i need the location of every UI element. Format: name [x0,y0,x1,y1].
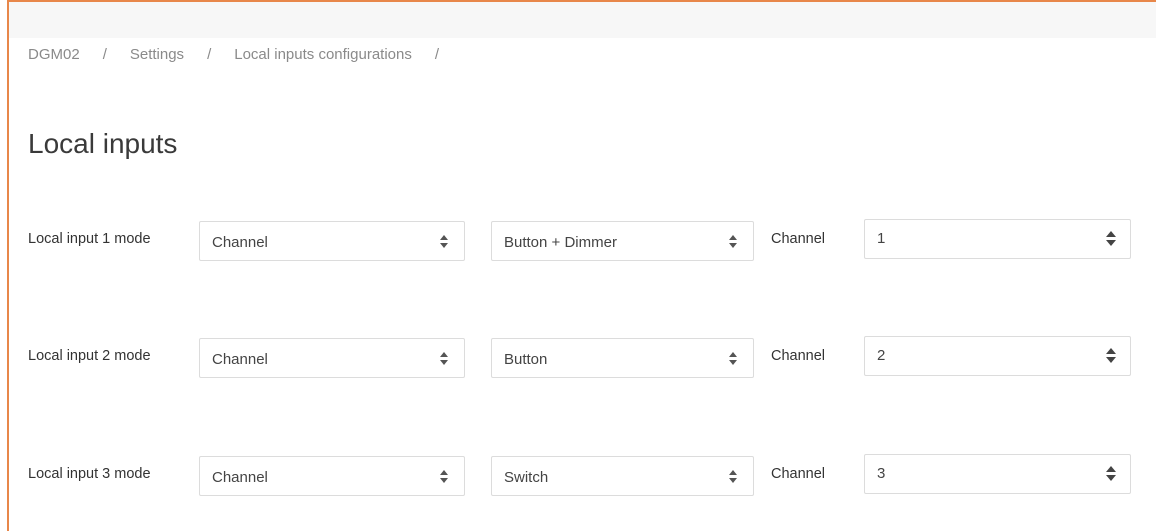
select-value: Switch [504,469,549,486]
breadcrumb-separator: / [102,46,107,63]
input-value: 1 [877,230,886,247]
sort-arrows-icon [440,352,448,365]
local-input-row-1: Local input 1 mode Channel Button + Dimm… [0,219,1156,261]
breadcrumb-item-settings[interactable]: Settings [130,46,184,63]
select-value: Button + Dimmer [504,234,617,251]
local-input-3-type-select[interactable]: Switch [491,456,754,496]
local-input-2-type-select[interactable]: Button [491,338,754,378]
local-input-2-mode-select[interactable]: Channel [199,338,465,378]
select-value: Button [504,351,548,368]
local-input-1-mode-label: Local input 1 mode [28,231,151,247]
sort-arrows-icon [440,235,448,248]
local-input-row-3: Local input 3 mode Channel Switch Channe… [0,454,1156,496]
sort-arrows-icon [729,470,737,483]
local-input-3-channel-input[interactable]: 3 [864,454,1131,494]
breadcrumb-separator: / [434,46,440,63]
local-input-1-channel-input[interactable]: 1 [864,219,1131,259]
channel-label: Channel [771,466,826,482]
local-input-3-mode-label: Local input 3 mode [28,466,151,482]
spinner-arrows-icon[interactable] [1106,348,1116,363]
spinner-arrows-icon[interactable] [1106,466,1116,481]
channel-label: Channel [771,231,826,247]
local-input-1-type-select[interactable]: Button + Dimmer [491,221,754,261]
app-frame: DGM02 / Settings / Local inputs configuratio… [0,0,1156,531]
select-value: Channel [212,351,268,368]
page-title: Local inputs [28,128,178,159]
spinner-arrows-icon[interactable] [1106,231,1116,246]
breadcrumb-separator: / [207,46,212,63]
input-value: 2 [877,347,886,364]
sort-arrows-icon [729,235,737,248]
local-input-2-channel-input[interactable]: 2 [864,336,1131,376]
breadcrumb-item-dgm02[interactable]: DGM02 [28,46,80,63]
input-value: 3 [877,465,886,482]
top-strip [9,2,1156,38]
select-value: Channel [212,234,268,251]
sort-arrows-icon [440,470,448,483]
breadcrumb: DGM02 / Settings / Local inputs configuratio… [28,46,462,63]
breadcrumb-item-local-inputs-configurations[interactable]: Local inputs configurations [234,46,412,63]
channel-label: Channel [771,348,826,364]
local-input-row-2: Local input 2 mode Channel Button Channe… [0,336,1156,378]
select-value: Channel [212,469,268,486]
local-input-3-mode-select[interactable]: Channel [199,456,465,496]
local-input-2-mode-label: Local input 2 mode [28,348,151,364]
local-input-1-mode-select[interactable]: Channel [199,221,465,261]
sort-arrows-icon [729,352,737,365]
frame-left-border [7,0,9,531]
